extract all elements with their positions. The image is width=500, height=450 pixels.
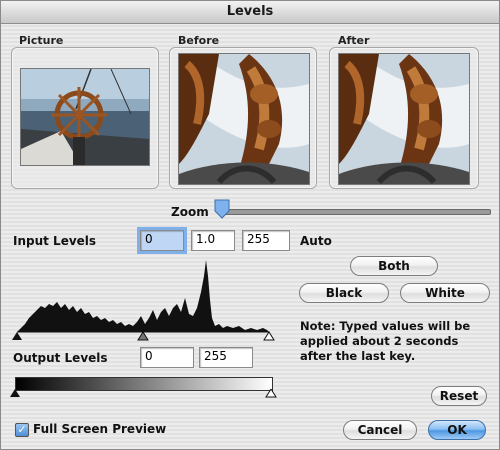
after-panel — [329, 47, 479, 189]
zoom-slider-thumb[interactable] — [213, 199, 231, 219]
output-levels-label: Output Levels — [13, 351, 108, 365]
picture-label: Picture — [19, 34, 64, 47]
note-text: Note: Typed values will be applied about… — [300, 319, 470, 364]
zoom-label: Zoom — [171, 205, 209, 219]
auto-label[interactable]: Auto — [300, 234, 332, 248]
note-line-1: Note: Typed values will be — [300, 319, 471, 333]
window-title: Levels — [1, 1, 499, 24]
input-black-slider-handle[interactable] — [12, 332, 22, 340]
black-button[interactable]: Black — [299, 283, 389, 303]
output-high-handle[interactable] — [265, 389, 277, 398]
levels-dialog: Levels Picture Before After Zoom Input L… — [0, 0, 500, 450]
after-label: After — [338, 34, 370, 47]
full-screen-preview-checkbox[interactable]: ✓ — [15, 423, 29, 437]
output-slider[interactable] — [9, 389, 279, 399]
picture-panel — [11, 47, 159, 189]
output-low-handle[interactable] — [10, 389, 20, 397]
note-line-2: applied about 2 seconds — [300, 334, 459, 348]
note-line-3: after the last key. — [300, 349, 416, 363]
input-gamma-slider-handle[interactable] — [137, 331, 149, 341]
picture-thumbnail — [20, 68, 150, 166]
input-gamma-field[interactable]: 1.0 — [191, 230, 235, 251]
output-high-field[interactable]: 255 — [199, 347, 253, 368]
zoom-slider-track — [219, 209, 491, 215]
input-black-field[interactable]: 0 — [140, 230, 184, 251]
white-button[interactable]: White — [400, 283, 490, 303]
output-low-field[interactable]: 0 — [140, 347, 194, 368]
input-white-slider-handle[interactable] — [263, 331, 275, 341]
before-thumbnail — [178, 53, 310, 185]
reset-button[interactable]: Reset — [431, 386, 487, 406]
histogram — [12, 260, 275, 341]
before-label: Before — [178, 34, 220, 47]
cancel-button[interactable]: Cancel — [343, 420, 417, 440]
histogram-shape — [17, 260, 269, 332]
both-button[interactable]: Both — [350, 256, 438, 276]
before-panel — [169, 47, 317, 189]
zoom-slider[interactable] — [213, 199, 493, 219]
after-thumbnail — [338, 53, 470, 185]
full-screen-preview-label[interactable]: Full Screen Preview — [33, 422, 166, 436]
ok-button[interactable]: OK — [428, 420, 486, 440]
input-white-field[interactable]: 255 — [242, 230, 290, 251]
input-levels-label: Input Levels — [13, 234, 97, 248]
